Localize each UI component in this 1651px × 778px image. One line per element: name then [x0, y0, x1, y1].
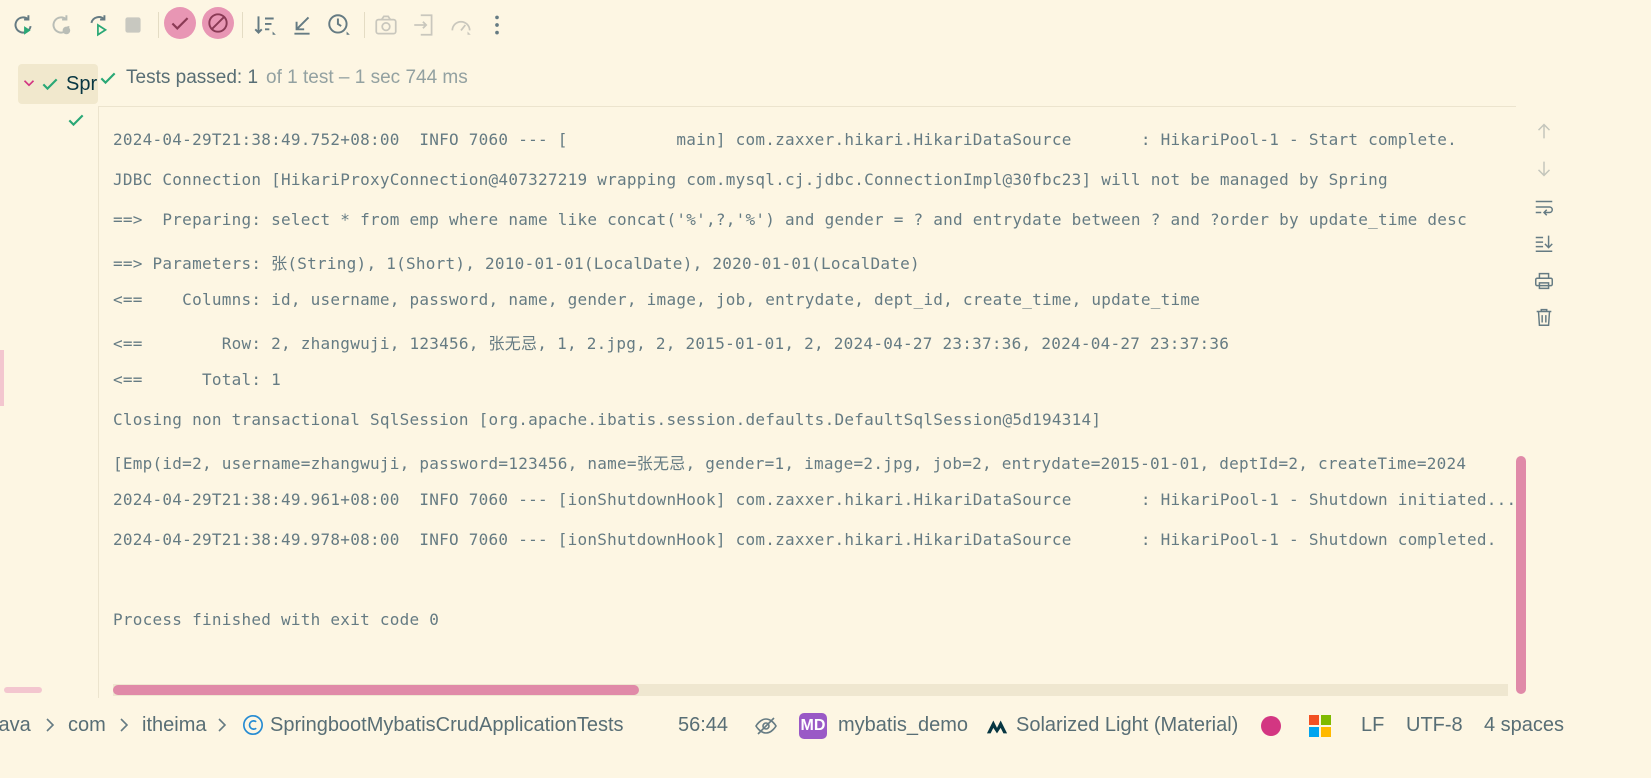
more-vertical-icon: [495, 15, 499, 35]
chevron-down-icon[interactable]: [20, 74, 38, 92]
camera-icon: [375, 15, 397, 35]
console-line: ==> Parameters: 张(String), 1(Short), 201…: [113, 254, 920, 273]
toolbar-separator: [158, 12, 159, 38]
line-separator[interactable]: LF: [1361, 714, 1384, 737]
rerun-failed-icon: [52, 15, 71, 35]
toolbar-separator: [364, 12, 365, 38]
run-toolbar: [0, 0, 1651, 50]
test-history-button[interactable]: [322, 8, 356, 42]
passed-check-icon: [100, 72, 116, 85]
chevron-right-icon: [218, 718, 227, 732]
console-line: [Emp(id=2, username=zhangwuji, password=…: [113, 454, 1467, 473]
scroll-to-end-button[interactable]: [1531, 230, 1557, 256]
console-horizontal-scroll-thumb[interactable]: [113, 685, 639, 695]
tests-passed-label: Tests passed: 1: [126, 67, 259, 88]
breadcrumb-itheima[interactable]: itheima: [142, 714, 206, 737]
project-name[interactable]: mybatis_demo: [838, 714, 968, 737]
console-line: Closing non transactional SqlSession [or…: [113, 410, 1102, 429]
console-top-border: [99, 106, 1516, 107]
console-line: 2024-04-29T21:38:49.752+08:00 INFO 7060 …: [113, 130, 1458, 149]
theme-name[interactable]: Solarized Light (Material): [1016, 714, 1238, 737]
accent-color-dot[interactable]: [1261, 716, 1281, 736]
console-line: Process finished with exit code 0: [113, 610, 440, 629]
console-line: <== Total: 1: [113, 370, 282, 389]
breadcrumb-test-class[interactable]: SpringbootMybatisCrudApplicationTests: [270, 714, 624, 737]
tests-passed-detail: of 1 test – 1 sec 744 ms: [266, 67, 468, 88]
chevron-right-icon: [46, 718, 55, 732]
console-output[interactable]: 2024-04-29T21:38:49.752+08:00 INFO 7060 …: [98, 106, 1516, 698]
soft-wrap-icon: [1535, 200, 1553, 216]
print-button[interactable]: [1531, 268, 1557, 294]
chevron-right-icon: [120, 718, 129, 732]
file-encoding[interactable]: UTF-8: [1406, 714, 1463, 737]
arrow-up-icon: [1537, 123, 1551, 139]
passed-check-icon[interactable]: [66, 110, 86, 130]
project-badge[interactable]: MD: [799, 713, 827, 739]
console-line: JDBC Connection [HikariProxyConnection@4…: [113, 170, 1388, 189]
indent-setting[interactable]: 4 spaces: [1484, 714, 1564, 737]
sort-icon: [254, 16, 276, 35]
rerun-failed-button[interactable]: [44, 8, 78, 42]
rerun-icon: [14, 15, 32, 35]
soft-wrap-button[interactable]: [1531, 194, 1557, 220]
test-tree-root-row[interactable]: Spr: [18, 64, 98, 104]
stop-button[interactable]: [116, 8, 150, 42]
screenshot-button[interactable]: [369, 8, 403, 42]
rerun-auto-icon: [90, 15, 108, 37]
caret-position[interactable]: 56:44: [678, 714, 728, 737]
rerun-button[interactable]: [6, 8, 40, 42]
scroll-down-button[interactable]: [1531, 156, 1557, 182]
more-options-button[interactable]: [480, 8, 514, 42]
rerun-automatically-button[interactable]: [82, 8, 116, 42]
printer-icon: [1535, 272, 1553, 290]
clock-icon: [328, 14, 350, 35]
collapse-all-button[interactable]: [285, 8, 319, 42]
collapse-icon: [294, 16, 310, 35]
test-tree: Spr: [0, 50, 98, 740]
gauge-icon: [451, 20, 471, 35]
material-theme-icon: [986, 720, 1008, 734]
test-status-header: Tests passed: 1 of 1 test – 1 sec 744 ms: [98, 56, 1498, 100]
sort-button[interactable]: [248, 8, 282, 42]
stop-icon: [125, 17, 141, 33]
console-line: <== Columns: id, username, password, nam…: [113, 290, 1201, 309]
console-line: 2024-04-29T21:38:49.961+08:00 INFO 7060 …: [113, 490, 1516, 509]
windows-logo-icon[interactable]: [1309, 715, 1331, 737]
show-passed-toggle[interactable]: [164, 7, 196, 39]
show-ignored-toggle[interactable]: [202, 7, 234, 39]
coverage-button[interactable]: [444, 8, 478, 42]
tree-horizontal-scrollbar[interactable]: [4, 687, 42, 693]
check-icon: [171, 17, 189, 30]
inspection-off-icon[interactable]: [754, 714, 778, 738]
import-icon: [414, 14, 433, 36]
tree-side-marker: [0, 350, 4, 406]
test-tree-root-label: Spr: [66, 73, 98, 95]
status-bar: java com itheima SpringbootMybatisCrudAp…: [0, 706, 1651, 746]
arrow-down-icon: [1537, 161, 1551, 177]
clear-all-button[interactable]: [1531, 304, 1557, 330]
scroll-up-button[interactable]: [1531, 118, 1557, 144]
breadcrumb-java[interactable]: java: [0, 714, 31, 737]
console-line: ==> Preparing: select * from emp where n…: [113, 210, 1467, 229]
console-line: <== Row: 2, zhangwuji, 123456, 张无忌, 1, 2…: [113, 334, 1230, 353]
scroll-to-end-icon: [1535, 235, 1553, 252]
toolbar-separator: [242, 12, 243, 38]
import-tests-button[interactable]: [407, 8, 441, 42]
passed-check-icon: [42, 78, 58, 91]
ignored-icon: [208, 13, 228, 33]
class-icon: [243, 715, 263, 735]
breadcrumb-com[interactable]: com: [68, 714, 106, 737]
trash-icon: [1536, 308, 1552, 326]
console-line: 2024-04-29T21:38:49.978+08:00 INFO 7060 …: [113, 530, 1497, 549]
console-vertical-scroll-thumb[interactable]: [1516, 456, 1526, 694]
